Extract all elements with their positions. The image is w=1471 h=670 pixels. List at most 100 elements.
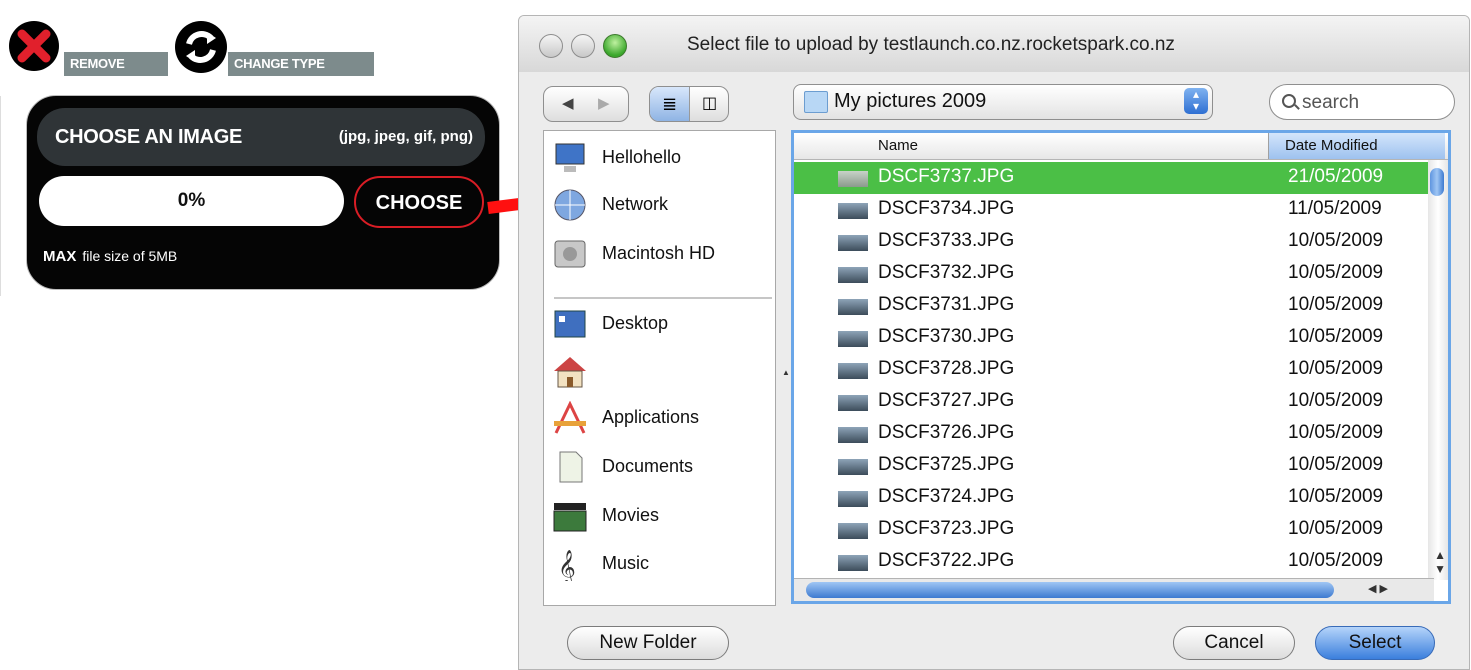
file-date: 10/05/2009 xyxy=(1288,422,1384,443)
table-row[interactable]: DSCF3725.JPG 10/05/2009 xyxy=(794,450,1430,482)
file-date: 10/05/2009 xyxy=(1288,550,1384,571)
file-date: 21/05/2009 xyxy=(1288,166,1384,187)
location-popup[interactable]: My pictures 2009 ▴ ▾ xyxy=(793,84,1213,120)
sidebar-divider xyxy=(554,297,772,299)
table-row[interactable]: DSCF3726.JPG 10/05/2009 xyxy=(794,418,1430,450)
sidebar-item-network[interactable]: Network xyxy=(552,186,772,226)
remove-icon[interactable] xyxy=(8,20,60,72)
search-field[interactable]: search xyxy=(1269,84,1455,120)
image-thumbnail xyxy=(838,235,868,251)
sidebar-item-desktop[interactable]: Desktop xyxy=(552,305,772,345)
movies-icon xyxy=(553,503,587,532)
search-placeholder: search xyxy=(1302,92,1360,113)
sidebar-item-hellohello[interactable]: Hellohello xyxy=(552,139,772,179)
file-date: 10/05/2009 xyxy=(1288,358,1384,379)
desktop-icon xyxy=(554,310,586,338)
sidebar-item-applications[interactable]: Applications xyxy=(552,399,772,439)
sidebar-item-music[interactable]: 𝄞 Music xyxy=(552,545,772,585)
table-row[interactable]: DSCF3731.JPG 10/05/2009 xyxy=(794,290,1430,322)
vertical-scrollbar[interactable]: ▲ ▼ xyxy=(1428,160,1448,580)
file-name: DSCF3727.JPG xyxy=(878,390,1015,411)
file-name: DSCF3730.JPG xyxy=(878,326,1015,347)
column-header: Name Date Modified xyxy=(794,133,1448,160)
sidebar-item-home[interactable] xyxy=(552,353,772,393)
image-thumbnail xyxy=(838,171,868,187)
file-date: 10/05/2009 xyxy=(1288,262,1384,283)
hard-drive-icon xyxy=(554,240,586,268)
table-row[interactable]: DSCF3737.JPG 21/05/2009 xyxy=(794,162,1430,194)
sidebar-item-movies[interactable]: Movies xyxy=(552,497,772,537)
table-row[interactable]: DSCF3732.JPG 10/05/2009 xyxy=(794,258,1430,290)
folder-icon xyxy=(804,91,828,113)
dialog-toolbar: ◀ ▶ ≣ ◫ My pictures 2009 ▴ ▾ search xyxy=(519,80,1469,130)
applications-icon xyxy=(554,401,586,434)
max-file-size-note: MAX file size of 5MB xyxy=(43,248,177,265)
popup-arrows-icon: ▴ ▾ xyxy=(1184,88,1208,114)
image-thumbnail xyxy=(838,395,868,411)
new-folder-button[interactable]: New Folder xyxy=(567,626,729,660)
refresh-icon[interactable] xyxy=(174,20,228,74)
image-thumbnail xyxy=(838,331,868,347)
image-thumbnail xyxy=(838,427,868,443)
file-date: 11/05/2009 xyxy=(1288,198,1382,219)
change-type-button[interactable]: CHANGE TYPE xyxy=(228,52,374,76)
horizontal-scroll-thumb[interactable] xyxy=(806,582,1334,598)
file-date: 10/05/2009 xyxy=(1288,454,1384,475)
sidebar-item-label: Music xyxy=(602,553,650,573)
file-date: 10/05/2009 xyxy=(1288,390,1384,411)
table-row[interactable]: DSCF3730.JPG 10/05/2009 xyxy=(794,322,1430,354)
file-name: DSCF3724.JPG xyxy=(878,486,1015,507)
file-name: DSCF3726.JPG xyxy=(878,422,1015,443)
close-window-button[interactable] xyxy=(539,34,563,58)
table-row[interactable]: DSCF3733.JPG 10/05/2009 xyxy=(794,226,1430,258)
sidebar-item-label: Hellohello xyxy=(602,147,682,167)
file-name: DSCF3734.JPG xyxy=(878,198,1015,219)
view-mode-toggle[interactable]: ≣ ◫ xyxy=(649,86,729,122)
svg-text:𝄞: 𝄞 xyxy=(558,550,576,581)
column-view-icon[interactable]: ◫ xyxy=(689,87,728,121)
table-row[interactable]: DSCF3727.JPG 10/05/2009 xyxy=(794,386,1430,418)
sidebar: Hellohello Network Macintosh HD Desktop … xyxy=(543,130,776,606)
select-button[interactable]: Select xyxy=(1315,626,1435,660)
file-date: 10/05/2009 xyxy=(1288,294,1384,315)
minimize-window-button[interactable] xyxy=(571,34,595,58)
network-globe-icon xyxy=(554,189,586,221)
list-view-icon[interactable]: ≣ xyxy=(650,87,689,121)
table-row[interactable]: DSCF3723.JPG 10/05/2009 xyxy=(794,514,1430,546)
vertical-scroll-thumb[interactable] xyxy=(1430,168,1444,196)
sidebar-item-macintosh-hd[interactable]: Macintosh HD xyxy=(552,235,772,275)
sidebar-item-documents[interactable]: Documents xyxy=(552,448,772,488)
uploader-actions: REMOVE CHANGE TYPE xyxy=(8,18,374,76)
cancel-button[interactable]: Cancel xyxy=(1173,626,1295,660)
zoom-window-button[interactable] xyxy=(603,34,627,58)
choose-button[interactable]: CHOOSE xyxy=(354,176,484,228)
back-forward-buttons[interactable]: ◀ ▶ xyxy=(543,86,629,122)
column-header-date[interactable]: Date Modified xyxy=(1268,133,1445,159)
splitter-handle[interactable]: ▲ xyxy=(782,368,790,377)
documents-icon xyxy=(559,451,583,483)
file-name: DSCF3722.JPG xyxy=(878,550,1015,571)
forward-arrow-icon[interactable]: ▶ xyxy=(598,94,610,112)
sidebar-item-label: Desktop xyxy=(602,313,669,333)
scroll-arrows-icon[interactable]: ▲ ▼ xyxy=(1434,548,1446,576)
sidebar-item-label: Macintosh HD xyxy=(602,243,716,263)
computer-icon xyxy=(555,143,585,172)
file-name: DSCF3733.JPG xyxy=(878,230,1015,251)
remove-button[interactable]: REMOVE xyxy=(64,52,168,76)
table-row[interactable]: DSCF3728.JPG 10/05/2009 xyxy=(794,354,1430,386)
image-thumbnail xyxy=(838,299,868,315)
file-date: 10/05/2009 xyxy=(1288,486,1384,507)
choose-image-title: CHOOSE AN IMAGE xyxy=(55,126,242,148)
table-row[interactable]: DSCF3724.JPG 10/05/2009 xyxy=(794,482,1430,514)
horizontal-scroll-arrows-icon[interactable]: ◀ ▶ xyxy=(1368,582,1388,595)
home-icon xyxy=(554,357,586,388)
sidebar-item-label: Documents xyxy=(602,456,694,476)
back-arrow-icon[interactable]: ◀ xyxy=(562,94,574,112)
image-uploader: CHOOSE AN IMAGE (jpg, jpeg, gif, png) 0%… xyxy=(26,95,500,290)
file-name: DSCF3725.JPG xyxy=(878,454,1015,475)
horizontal-scrollbar[interactable]: ◀ ▶ xyxy=(794,578,1434,601)
table-row[interactable]: DSCF3722.JPG 10/05/2009 xyxy=(794,546,1430,578)
table-row[interactable]: DSCF3734.JPG 11/05/2009 xyxy=(794,194,1430,226)
sidebar-item-label: Applications xyxy=(602,407,700,427)
column-header-name[interactable]: Name xyxy=(878,137,918,154)
